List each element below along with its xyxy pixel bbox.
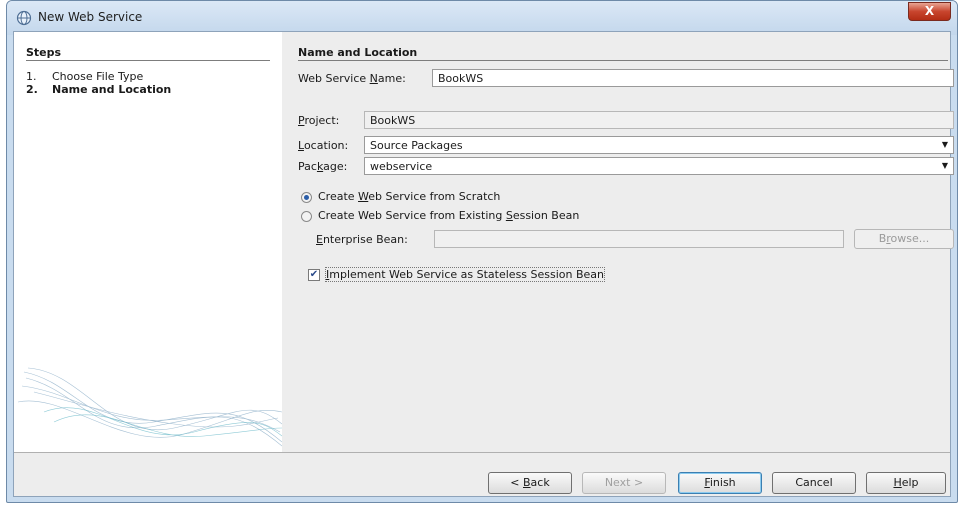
label-text: Pac	[298, 160, 317, 173]
label-text: owse...	[890, 232, 930, 245]
mnemonic: B	[523, 476, 531, 489]
mnemonic: N	[369, 72, 378, 85]
window-title: New Web Service	[38, 10, 143, 24]
web-service-globe-icon	[16, 10, 32, 26]
close-icon: X	[924, 4, 935, 18]
project-label: Project:	[298, 114, 339, 127]
back-button[interactable]: < Back	[488, 472, 572, 494]
step-number: 2.	[26, 83, 38, 96]
browse-button: Browse...	[854, 229, 954, 249]
location-label: Location:	[298, 139, 348, 152]
next-button: Next >	[582, 472, 666, 494]
mnemonic: E	[316, 233, 323, 246]
step-number: 1.	[26, 70, 37, 83]
package-select-value: webservice	[370, 160, 433, 173]
step-item-choose-file-type: 1. Choose File Type	[26, 70, 143, 83]
label-text: ack	[530, 476, 550, 489]
web-service-name-input[interactable]: BookWS	[432, 69, 954, 87]
label-text: roject:	[304, 114, 340, 127]
stateless-session-bean-label[interactable]: Implement Web Service as Stateless Sessi…	[324, 267, 606, 282]
mnemonic: H	[893, 476, 902, 489]
location-select-value: Source Packages	[370, 139, 463, 152]
chevron-down-icon: ▼	[941, 140, 948, 149]
label-text: eb Service from Scratch	[368, 190, 501, 203]
button-bar-divider	[14, 452, 950, 453]
cancel-button[interactable]: Cancel	[772, 472, 856, 494]
dialog-window: New Web Service X Steps 1. Choose File Ty…	[6, 0, 958, 503]
stateless-session-bean-checkbox[interactable]: ✔	[308, 269, 320, 281]
label-text: Create Web Service from Existing	[318, 209, 506, 222]
decorative-wave-graphic	[17, 367, 282, 447]
label-text: ame:	[377, 72, 406, 85]
radio-create-from-scratch-label[interactable]: Create Web Service from Scratch	[318, 190, 500, 203]
web-service-name-label: Web Service Name:	[298, 72, 406, 85]
steps-panel: Steps 1. Choose File Type 2. Name and Loca…	[14, 32, 282, 452]
steps-divider	[26, 60, 270, 61]
package-label: Package:	[298, 160, 347, 173]
step-label: Name and Location	[52, 83, 172, 96]
title-bar[interactable]: New Web Service X	[7, 1, 957, 35]
radio-create-from-scratch[interactable]	[301, 192, 312, 203]
finish-button[interactable]: Finish	[678, 472, 762, 494]
mnemonic: W	[358, 190, 369, 203]
enterprise-bean-label: Enterprise Bean:	[316, 233, 408, 246]
label-text: Web Service	[298, 72, 370, 85]
project-field: BookWS	[364, 111, 954, 129]
section-divider	[298, 60, 948, 61]
label-text: elp	[901, 476, 919, 489]
location-select[interactable]: Source Packages ▼	[364, 136, 954, 154]
package-select[interactable]: webservice ▼	[364, 157, 954, 175]
label-text: mplement Web Service as Stateless Sessio…	[329, 268, 605, 281]
form-panel: Name and Location Web Service Name: Book…	[282, 32, 954, 452]
step-label: Choose File Type	[52, 70, 144, 83]
label-text: <	[510, 476, 523, 489]
dialog-client-area: Steps 1. Choose File Type 2. Name and Loca…	[13, 31, 954, 497]
steps-title: Steps	[26, 46, 62, 59]
step-item-name-and-location: 2. Name and Location	[26, 83, 171, 96]
radio-create-from-session-bean[interactable]	[301, 211, 312, 222]
help-button[interactable]: Help	[866, 472, 946, 494]
label-text: inish	[709, 476, 736, 489]
label-text: age:	[323, 160, 348, 173]
label-text: ession Bean	[512, 209, 580, 222]
section-title: Name and Location	[298, 46, 418, 59]
mnemonic: S	[505, 209, 513, 222]
close-button[interactable]: X	[908, 2, 951, 21]
label-text: nterprise Bean:	[322, 233, 408, 246]
label-text: ocation:	[303, 139, 349, 152]
radio-create-from-session-bean-label[interactable]: Create Web Service from Existing Session…	[318, 209, 579, 222]
chevron-down-icon: ▼	[941, 161, 948, 170]
enterprise-bean-field	[434, 230, 844, 248]
label-text: Create	[318, 190, 359, 203]
